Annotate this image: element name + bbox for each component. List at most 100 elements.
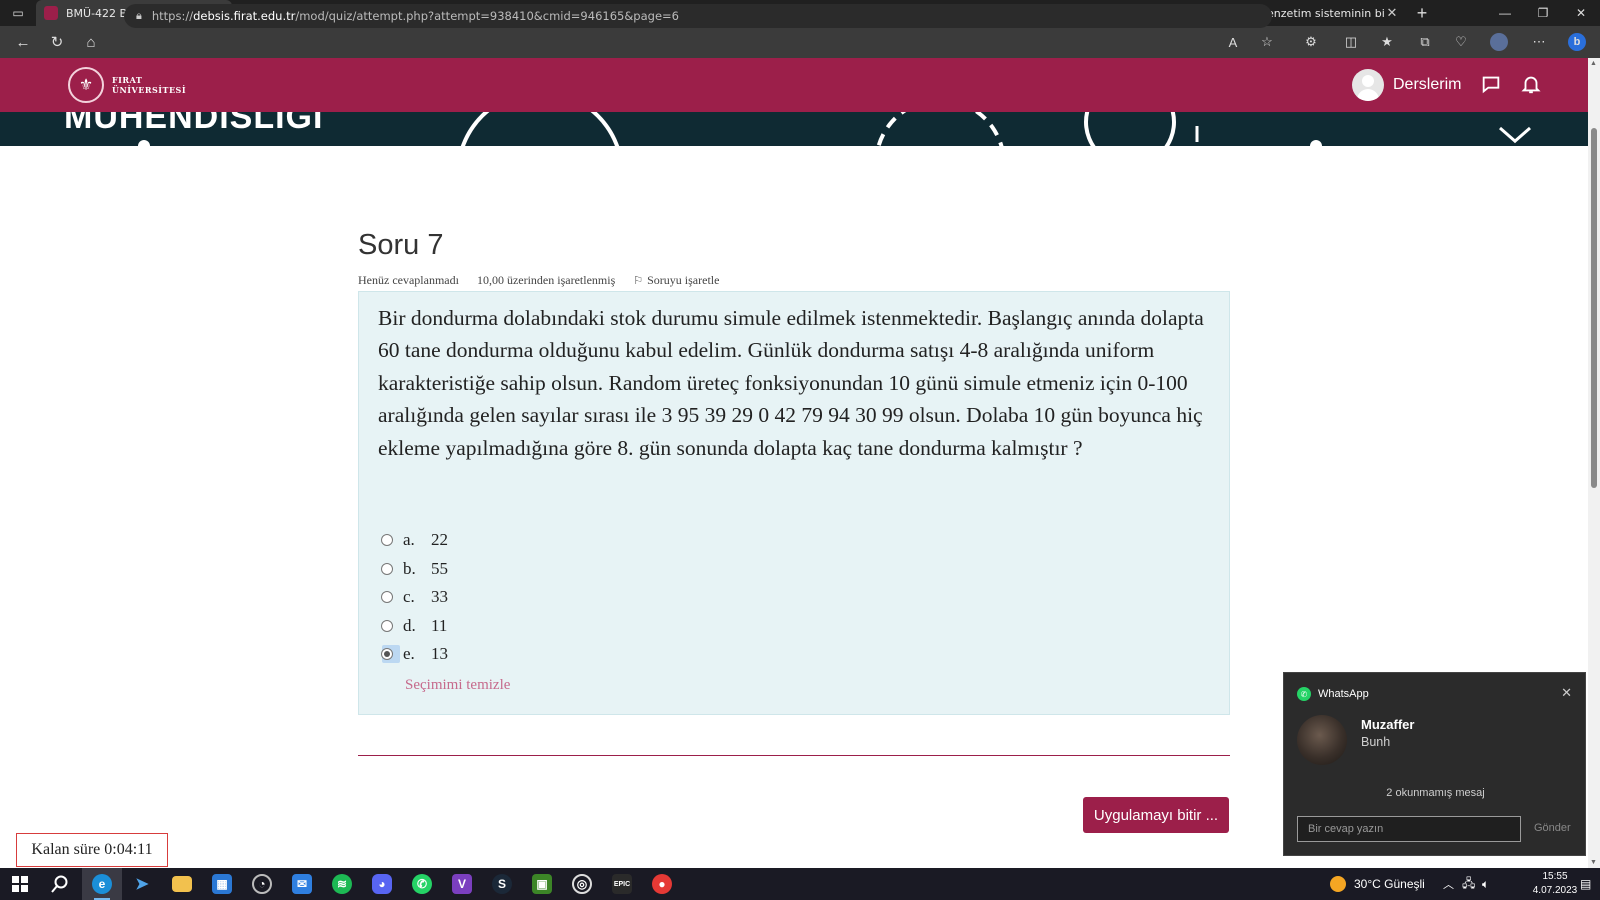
site-header: ⚜ FIRAT ÜNİVERSİTESİ Derslerim	[0, 58, 1588, 112]
university-seal-icon: ⚜	[68, 67, 104, 103]
message-preview: Bunh	[1361, 735, 1391, 749]
ubisoft-icon[interactable]: ◎	[562, 868, 602, 900]
section-divider	[358, 755, 1230, 756]
favorites-icon[interactable]: ★	[1372, 26, 1402, 58]
red-app-icon[interactable]: ●	[642, 868, 682, 900]
question-text: Bir dondurma dolabındaki stok durumu sim…	[378, 306, 1204, 460]
speedometer-app-icon[interactable]: ◔	[242, 868, 282, 900]
answer-option[interactable]: c. 33	[381, 583, 448, 612]
unread-count: 2 okunmamış mesaj	[1386, 787, 1485, 799]
radio-wrapper	[381, 560, 400, 578]
discord-icon[interactable]: ◕	[362, 868, 402, 900]
answer-letter: a.	[403, 530, 415, 550]
time-remaining: Kalan süre 0:04:11	[16, 833, 168, 867]
file-explorer-icon[interactable]	[162, 868, 202, 900]
answer-radio[interactable]	[381, 562, 393, 575]
answer-radio[interactable]	[381, 591, 393, 604]
home-icon[interactable]: ⌂	[74, 26, 108, 58]
more-menu-icon[interactable]: ⋯	[1524, 26, 1554, 58]
flag-icon: ⚐	[633, 275, 644, 287]
answer-letter: e.	[403, 644, 415, 664]
scroll-thumb[interactable]	[1591, 128, 1597, 488]
tab-close-icon[interactable]: ✕	[1384, 6, 1400, 21]
collections-icon[interactable]: ⧉	[1410, 26, 1440, 58]
tab-actions-menu-icon[interactable]: ▭	[0, 0, 36, 26]
banner-decoration	[138, 112, 1531, 146]
restore-button[interactable]: ❐	[1524, 0, 1562, 26]
arrow-app-icon[interactable]: ➤	[122, 868, 162, 900]
answer-options: a. 22 b. 55 c. 33 d. 11 e. 13	[381, 526, 448, 669]
my-courses-link[interactable]: Derslerim	[1393, 76, 1461, 94]
url-field[interactable]: 🔒︎ https://debsis.firat.edu.tr/mod/quiz/…	[124, 4, 1272, 28]
favorite-star-icon[interactable]: ☆	[1252, 26, 1282, 58]
reply-input[interactable]: Bir cevap yazın	[1297, 816, 1521, 842]
search-icon[interactable]	[40, 868, 80, 900]
send-button[interactable]: Gönder	[1534, 822, 1571, 834]
mail-icon[interactable]: ✉	[282, 868, 322, 900]
browser-essentials-icon[interactable]: ♡	[1446, 26, 1476, 58]
answer-option[interactable]: b. 55	[381, 555, 448, 584]
minimize-button[interactable]: —	[1486, 0, 1524, 26]
whatsapp-taskbar-icon[interactable]: ✆	[402, 868, 442, 900]
answer-value: 55	[431, 558, 448, 578]
spotify-icon[interactable]: ≋	[322, 868, 362, 900]
notifications-bell-icon[interactable]	[1520, 72, 1542, 96]
answer-value: 22	[431, 530, 448, 550]
show-hidden-icons[interactable]: ︿	[1443, 868, 1454, 900]
scroll-down-arrow-icon[interactable]: ▼	[1590, 859, 1597, 866]
answer-radio[interactable]	[381, 534, 393, 547]
notification-center-icon[interactable]: ▤	[1580, 868, 1591, 900]
visual-studio-icon[interactable]: V	[442, 868, 482, 900]
answer-letter: b.	[403, 558, 416, 578]
answer-option[interactable]: e. 13	[381, 640, 448, 669]
notification-close-icon[interactable]: ✕	[1561, 685, 1572, 701]
answer-letter: d.	[403, 615, 416, 635]
question-info: Henüz cevaplanmadı 10,00 üzerinden işare…	[358, 273, 719, 288]
question-box: Bir dondurma dolabındaki stok durumu sim…	[358, 291, 1230, 715]
back-icon[interactable]: ←	[6, 26, 40, 58]
tab-favicon-icon	[44, 6, 58, 20]
new-tab-button[interactable]: +	[1408, 3, 1436, 24]
microsoft-store-icon[interactable]: ▦	[202, 868, 242, 900]
university-logo[interactable]: ⚜ FIRAT ÜNİVERSİTESİ	[68, 67, 186, 103]
clear-choice-link[interactable]: Seçimimi temizle	[405, 677, 510, 694]
windows-start-icon[interactable]	[0, 868, 40, 900]
split-screen-icon[interactable]: ◫	[1336, 26, 1366, 58]
whatsapp-icon: ✆	[1297, 687, 1311, 701]
radio-wrapper	[381, 531, 400, 549]
logo-text: FIRAT ÜNİVERSİTESİ	[112, 75, 187, 95]
edge-browser-icon[interactable]: e	[82, 868, 122, 900]
user-avatar[interactable]	[1352, 69, 1384, 101]
epic-games-icon[interactable]: EPIC	[602, 868, 642, 900]
answer-option[interactable]: a. 22	[381, 526, 448, 555]
close-window-button[interactable]: ✕	[1562, 0, 1600, 26]
extensions-icon[interactable]: ⚙	[1296, 26, 1326, 58]
answer-radio[interactable]	[381, 619, 393, 632]
sender-name: Muzaffer	[1361, 717, 1415, 732]
weather-widget[interactable]: 30°C Güneşli	[1330, 868, 1425, 900]
radio-wrapper	[381, 645, 400, 664]
answer-radio[interactable]	[381, 648, 393, 661]
question-title: Soru 7	[358, 229, 444, 261]
profile-icon[interactable]	[1484, 26, 1514, 58]
system-clock[interactable]: 15:55 4.07.2023	[1532, 870, 1578, 898]
whatsapp-notification[interactable]: ✆ WhatsApp ✕ Muzaffer Bunh 2 okunmamış m…	[1283, 672, 1586, 856]
minecraft-icon[interactable]: ▣	[522, 868, 562, 900]
refresh-icon[interactable]: ↻	[40, 26, 74, 58]
copilot-icon[interactable]: b	[1562, 26, 1592, 58]
volume-icon[interactable]: 🔈︎	[1482, 868, 1489, 900]
read-aloud-icon[interactable]: A	[1218, 26, 1248, 58]
steam-icon[interactable]: S	[482, 868, 522, 900]
question-status: Henüz cevaplanmadı	[358, 273, 459, 287]
scroll-up-arrow-icon[interactable]: ▲	[1590, 60, 1597, 67]
finish-attempt-button[interactable]: Uygulamayı bitir ...	[1083, 797, 1229, 833]
network-icon[interactable]: 🖧︎	[1462, 868, 1475, 900]
radio-wrapper	[381, 588, 400, 606]
answer-value: 13	[431, 644, 448, 664]
url-text: https://debsis.firat.edu.tr/mod/quiz/att…	[151, 9, 679, 23]
page-scrollbar[interactable]: ▲ ▼	[1588, 58, 1600, 868]
notification-header: ✆ WhatsApp	[1297, 687, 1369, 701]
answer-option[interactable]: d. 11	[381, 612, 448, 641]
messages-icon[interactable]	[1480, 73, 1502, 95]
flag-question-link[interactable]: ⚐ Soruyu işaretle	[633, 273, 719, 288]
